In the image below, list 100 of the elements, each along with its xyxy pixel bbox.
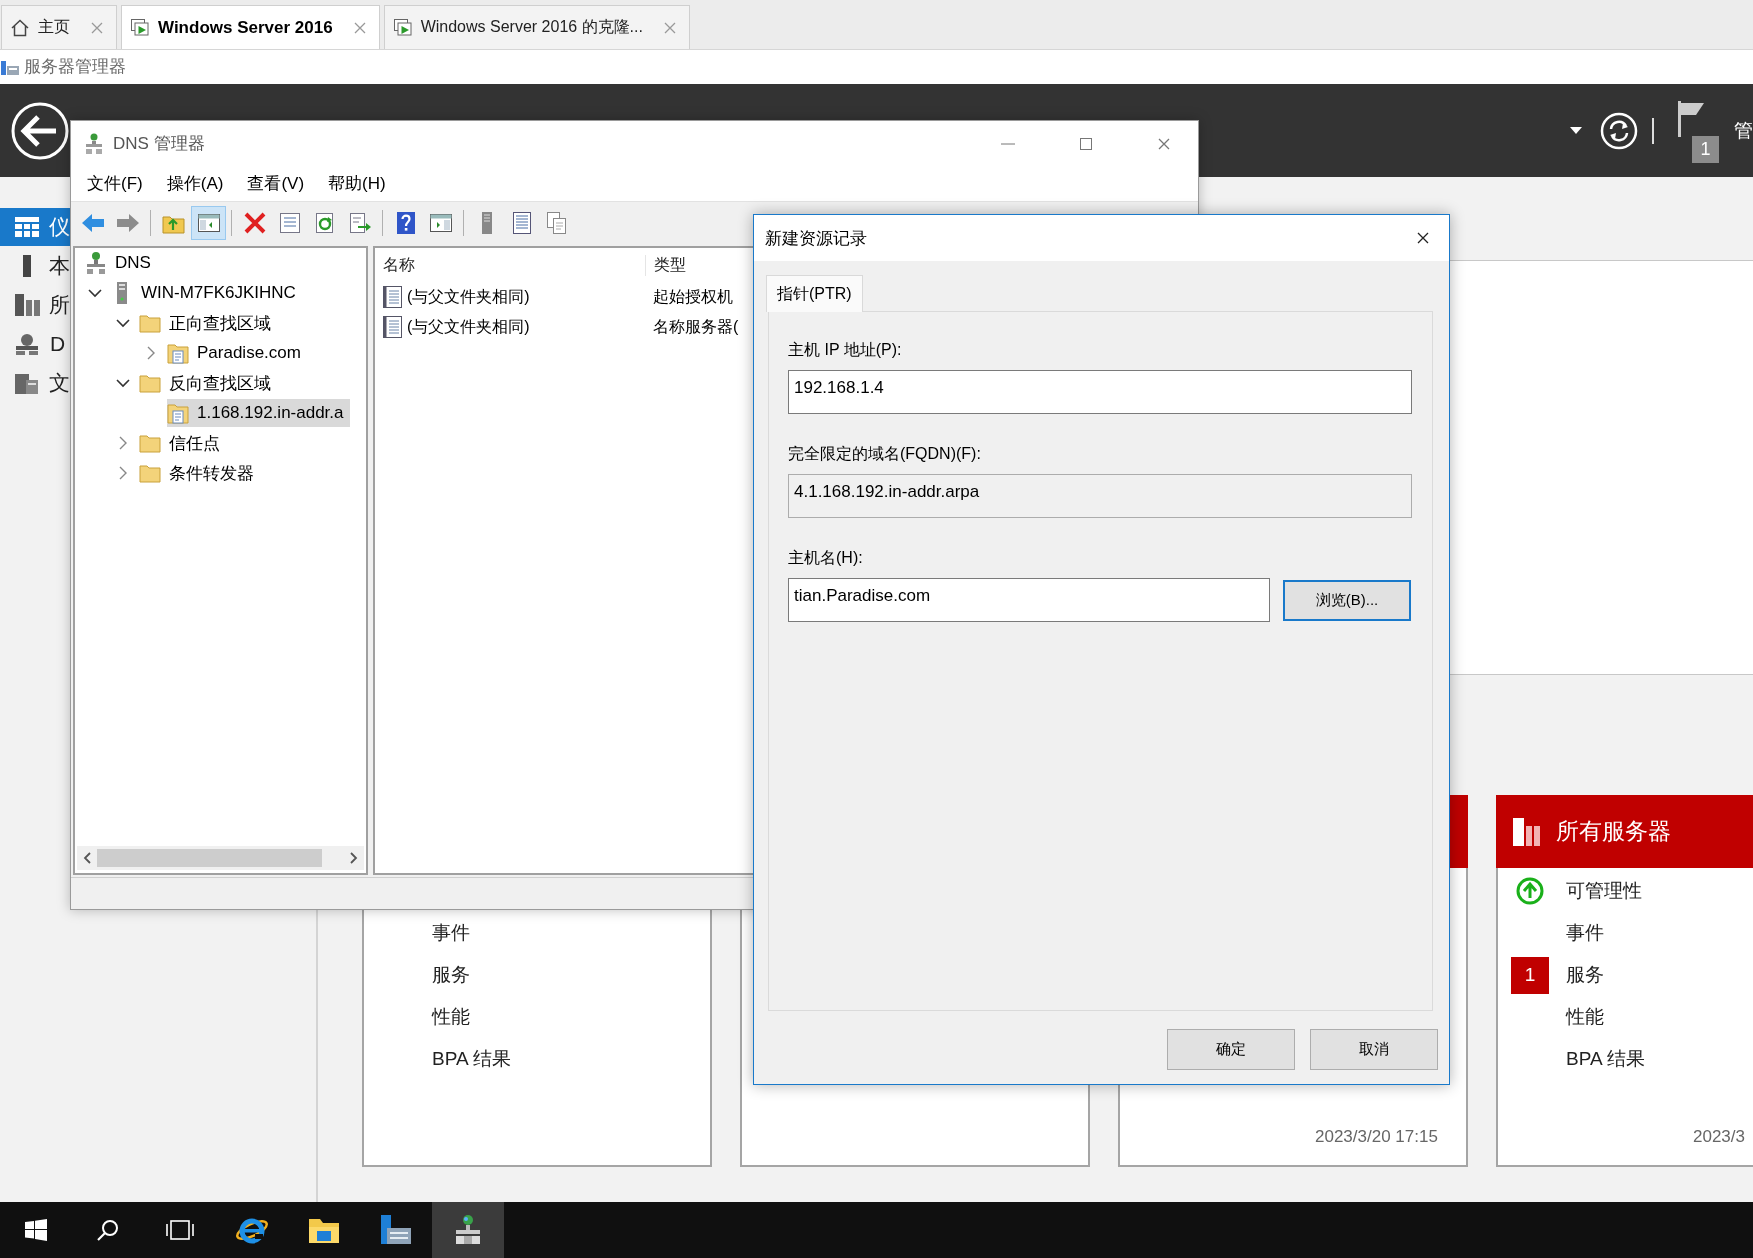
- windows-logo-icon: [25, 1219, 47, 1241]
- folder-icon: [139, 433, 161, 453]
- dns-icon: [85, 251, 107, 275]
- notification-count: 1: [1692, 135, 1719, 163]
- tile-title: 所有服务器: [1556, 817, 1671, 846]
- dns-icon: [453, 1214, 483, 1246]
- browser-tab[interactable]: Windows Server 2016 的克隆...: [383, 5, 690, 49]
- nav-item[interactable]: 本: [0, 247, 70, 285]
- tree-item[interactable]: 正向查找区域: [139, 309, 277, 337]
- caret-icon: [1570, 126, 1582, 135]
- tree-item[interactable]: WIN-M7FK6JKIHNC: [111, 279, 302, 307]
- file-server-icon: [13, 371, 40, 395]
- tile-item[interactable]: 服务: [1566, 962, 1604, 988]
- close-icon: [90, 20, 104, 35]
- column-header[interactable]: 类型: [646, 254, 686, 276]
- tree-item[interactable]: DNS: [85, 249, 157, 277]
- zone-icon: [167, 342, 189, 364]
- menu-item[interactable]: 文件(F): [75, 172, 155, 195]
- tree-item[interactable]: 1.168.192.in-addr.a: [167, 399, 350, 427]
- maximize-icon: [1079, 136, 1093, 151]
- tree-item[interactable]: 反向查找区域: [139, 369, 277, 397]
- record-icon: [381, 315, 405, 339]
- minimize-icon: [1001, 142, 1015, 145]
- tile-item[interactable]: BPA 结果: [1566, 1046, 1645, 1072]
- count-badge: 1: [1511, 956, 1549, 994]
- tile-item[interactable]: 事件: [1566, 920, 1604, 946]
- copy-icon: [545, 210, 568, 235]
- input-field[interactable]: 192.168.1.4: [788, 370, 1412, 414]
- tree-pane-icon: [196, 211, 221, 234]
- record-name[interactable]: (与父文件夹相同): [407, 286, 530, 308]
- scroll-right-icon: [350, 852, 358, 864]
- export-icon: [347, 211, 372, 234]
- window-play-icon: [392, 17, 413, 38]
- record-type: 起始授权机: [652, 286, 733, 307]
- close-icon: [1157, 136, 1171, 151]
- forward-arrow-icon: [114, 211, 141, 234]
- window-title: DNS 管理器: [113, 133, 205, 155]
- refresh-button[interactable]: [1600, 111, 1638, 150]
- servers-icon: [1512, 816, 1542, 847]
- refresh-icon: [1600, 111, 1638, 150]
- dialog-button[interactable]: 取消: [1310, 1029, 1438, 1070]
- input-field[interactable]: 4.1.168.192.in-addr.arpa: [788, 474, 1412, 518]
- dialog-button[interactable]: 确定: [1167, 1029, 1295, 1070]
- home-icon: [10, 17, 30, 38]
- nav-item[interactable]: 文: [0, 364, 70, 402]
- tile-item[interactable]: 事件: [432, 920, 470, 946]
- toolbar-button[interactable]: [191, 205, 226, 240]
- tile-item[interactable]: 性能: [432, 1004, 470, 1030]
- browser-tab[interactable]: Windows Server 2016: [121, 5, 380, 49]
- column-header[interactable]: 名称: [375, 254, 646, 276]
- record-icon: [381, 285, 405, 309]
- list-icon: [510, 210, 533, 235]
- folder-icon: [308, 1216, 340, 1244]
- menu-item[interactable]: 帮助(H): [316, 172, 398, 195]
- folder-icon: [139, 463, 161, 483]
- back-button[interactable]: [10, 100, 70, 161]
- nav-item[interactable]: 所: [0, 286, 70, 324]
- dialog-title: 新建资源记录: [765, 227, 867, 250]
- field-label: 主机名(H):: [788, 548, 864, 568]
- dns-icon: [85, 132, 103, 155]
- nav-item[interactable]: 仪: [0, 208, 70, 246]
- browse-button[interactable]: 浏览(B)...: [1283, 579, 1411, 621]
- browser-tab[interactable]: 主页: [1, 5, 117, 49]
- folder-icon: [139, 373, 161, 393]
- field-label: 主机 IP 地址(P):: [788, 340, 903, 360]
- page-title: 服务器管理器: [24, 56, 126, 78]
- task-view-icon: [166, 1219, 194, 1241]
- tile-item[interactable]: 可管理性: [1566, 878, 1642, 904]
- input-field[interactable]: tian.Paradise.com: [788, 578, 1270, 622]
- record-name[interactable]: (与父文件夹相同): [407, 316, 530, 338]
- help-icon: [394, 210, 417, 235]
- tile-item[interactable]: 性能: [1566, 1004, 1604, 1030]
- window-play-icon: [130, 17, 150, 38]
- scroll-left-icon: [83, 852, 91, 864]
- taskbar-app[interactable]: [432, 1202, 504, 1258]
- tree-item[interactable]: Paradise.com: [167, 339, 307, 367]
- dropdown-button[interactable]: [1570, 126, 1582, 135]
- servers-icon: [13, 293, 40, 317]
- tile-item[interactable]: 服务: [432, 962, 470, 988]
- field-label: 完全限定的域名(FQDN)(F):: [788, 444, 982, 464]
- flag-icon: [1676, 100, 1706, 137]
- tile-item[interactable]: BPA 结果: [432, 1046, 511, 1072]
- tree-item[interactable]: 条件转发器: [139, 459, 260, 487]
- close-icon: [352, 20, 367, 35]
- menu-item[interactable]: 查看(V): [235, 172, 317, 195]
- tree-item[interactable]: 信任点: [139, 429, 226, 457]
- dialog-tab[interactable]: 指针(PTR): [766, 275, 863, 312]
- folder-icon: [139, 313, 161, 333]
- timestamp: 2023/3/20 17:15: [1315, 1127, 1438, 1147]
- horizontal-scrollbar[interactable]: [77, 846, 364, 870]
- properties-icon: [277, 211, 302, 234]
- zone-icon: [167, 402, 189, 424]
- search-icon: [96, 1218, 120, 1242]
- network-server-icon: [14, 332, 40, 356]
- record-type: 名称服务器(: [652, 316, 739, 337]
- nav-item[interactable]: D: [0, 325, 70, 363]
- tile-header[interactable]: 所有服务器: [1496, 795, 1753, 868]
- dashboard-icon: [13, 216, 40, 238]
- menu-item[interactable]: 操作(A): [154, 172, 236, 195]
- manage-menu[interactable]: 管: [1734, 117, 1753, 144]
